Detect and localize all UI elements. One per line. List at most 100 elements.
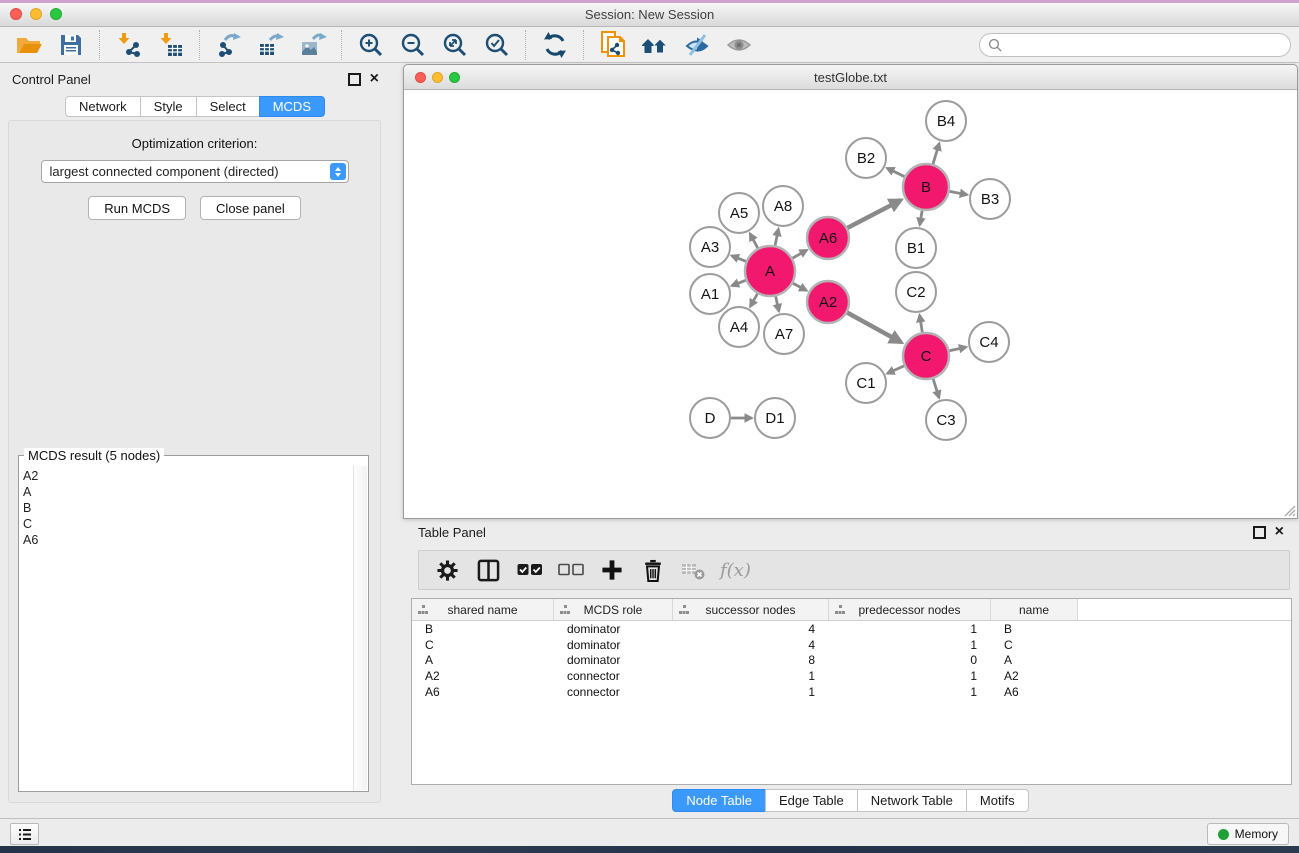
- graph-edge-A6-B[interactable]: [848, 200, 901, 228]
- table-row[interactable]: A6connector11A6: [412, 684, 1291, 700]
- table-cell: A2: [412, 669, 554, 683]
- graph-node-label: D: [705, 410, 716, 427]
- delete-column-icon[interactable]: [634, 553, 671, 587]
- tab-motifs[interactable]: Motifs: [966, 789, 1029, 812]
- graph-edge-A-A2[interactable]: [793, 283, 807, 290]
- mcds-result-item[interactable]: A6: [23, 532, 352, 548]
- graph-edge-A-A8[interactable]: [775, 229, 778, 246]
- column-header-shared-name[interactable]: shared name: [412, 599, 554, 620]
- memory-button[interactable]: Memory: [1207, 823, 1289, 845]
- float-panel-icon[interactable]: [348, 73, 361, 86]
- run-mcds-button[interactable]: Run MCDS: [88, 196, 186, 220]
- show-panels-icon[interactable]: [718, 28, 760, 61]
- zoom-out-icon[interactable]: [392, 28, 434, 61]
- column-header-label: successor nodes: [705, 603, 795, 617]
- float-table-panel-icon[interactable]: [1253, 526, 1266, 539]
- graph-edge-C-C2[interactable]: [920, 315, 923, 332]
- tab-node-table[interactable]: Node Table: [672, 789, 766, 812]
- column-header-label: name: [1019, 603, 1049, 617]
- network-window-titlebar[interactable]: testGlobe.txt: [404, 65, 1297, 90]
- new-network-from-selection-icon[interactable]: [592, 28, 634, 61]
- graph-edge-C-C3[interactable]: [933, 379, 939, 398]
- graph-edge-A-A7[interactable]: [776, 296, 779, 311]
- zoom-fit-icon[interactable]: [434, 28, 476, 61]
- mcds-result-list[interactable]: A2ABCA6: [23, 468, 352, 789]
- graph-edge-B-B2[interactable]: [887, 168, 904, 176]
- select-all-columns-icon[interactable]: [511, 553, 548, 587]
- search-input[interactable]: [1007, 37, 1282, 53]
- table-row[interactable]: Cdominator41C: [412, 637, 1291, 653]
- refresh-icon[interactable]: [534, 28, 576, 61]
- table-settings-gear-icon[interactable]: [429, 553, 466, 587]
- tab-mcds[interactable]: MCDS: [259, 96, 325, 117]
- graph-edge-B-B3[interactable]: [950, 191, 967, 194]
- export-table-icon[interactable]: [250, 28, 292, 61]
- tree-hierarchy-icon: [679, 605, 689, 614]
- tab-network[interactable]: Network: [65, 96, 141, 117]
- tab-select[interactable]: Select: [196, 96, 260, 117]
- table-row[interactable]: Bdominator41B: [412, 621, 1291, 637]
- graph-node-label: B: [921, 179, 931, 196]
- dropdown-stepper-icon: [330, 163, 346, 180]
- toolbar-separator: [99, 30, 101, 60]
- graph-node-label: C: [921, 348, 932, 365]
- optimization-criterion-label: Optimization criterion:: [9, 136, 380, 151]
- mcds-result-item[interactable]: A2: [23, 468, 352, 484]
- mcds-result-item[interactable]: A: [23, 484, 352, 500]
- column-header-label: predecessor nodes: [858, 603, 960, 617]
- tab-edge-table[interactable]: Edge Table: [765, 789, 858, 812]
- export-network-icon[interactable]: [208, 28, 250, 61]
- tab-style[interactable]: Style: [140, 96, 197, 117]
- task-history-button[interactable]: [10, 823, 39, 845]
- graph-edge-A-A3[interactable]: [732, 256, 746, 262]
- toolbar-separator: [583, 30, 585, 60]
- graph-edge-A-A6[interactable]: [793, 250, 807, 258]
- hide-panels-icon[interactable]: [676, 28, 718, 61]
- graph-edge-B-B4[interactable]: [933, 143, 939, 164]
- graph-edge-A-A1[interactable]: [732, 280, 746, 285]
- network-graph-canvas[interactable]: B4B2BB3A8A5A6A3B1AC2A1A2A4A7C4CC1DD1C3: [404, 89, 1297, 518]
- graph-edge-C-C4[interactable]: [949, 347, 966, 351]
- import-table-icon[interactable]: [150, 28, 192, 61]
- application-window: Session: New Session: [0, 0, 1299, 853]
- table-cell: C: [991, 638, 1078, 652]
- column-header-mcds-role[interactable]: MCDS role: [554, 599, 673, 620]
- column-header-successor-nodes[interactable]: successor nodes: [673, 599, 829, 620]
- graph-edge-A2-C[interactable]: [847, 313, 901, 343]
- memory-status-icon: [1218, 829, 1229, 840]
- mcds-list-scrollbar[interactable]: [353, 466, 367, 790]
- criterion-dropdown[interactable]: largest connected component (directed): [41, 160, 349, 183]
- open-session-icon[interactable]: [8, 28, 50, 61]
- mcds-result-item[interactable]: C: [23, 516, 352, 532]
- table-row[interactable]: A2connector11A2: [412, 668, 1291, 684]
- graph-edge-A-A4[interactable]: [750, 294, 757, 307]
- close-table-panel-icon[interactable]: ×: [1275, 526, 1284, 538]
- save-session-icon[interactable]: [50, 28, 92, 61]
- mcds-result-item[interactable]: B: [23, 500, 352, 516]
- zoom-in-icon[interactable]: [350, 28, 392, 61]
- search-field[interactable]: [979, 33, 1291, 57]
- close-panel-button[interactable]: Close panel: [200, 196, 301, 220]
- show-columns-icon[interactable]: [470, 553, 507, 587]
- table-body: Bdominator41BCdominator41CAdominator80AA…: [412, 621, 1291, 699]
- graph-edge-C-C1[interactable]: [887, 366, 904, 374]
- table-cell: dominator: [554, 622, 673, 636]
- create-column-icon[interactable]: [593, 553, 630, 587]
- tab-network-table[interactable]: Network Table: [857, 789, 967, 812]
- graph-edge-A-A5[interactable]: [750, 234, 758, 248]
- control-panel-tabs: NetworkStyleSelectMCDS: [0, 96, 391, 117]
- export-image-icon[interactable]: [292, 28, 334, 61]
- import-network-icon[interactable]: [108, 28, 150, 61]
- unselect-all-columns-icon[interactable]: [552, 553, 589, 587]
- close-panel-icon[interactable]: ×: [370, 73, 379, 85]
- table-row[interactable]: Adominator80A: [412, 652, 1291, 668]
- first-neighbors-icon[interactable]: [634, 28, 676, 61]
- delete-table-icon[interactable]: [675, 553, 712, 587]
- zoom-selected-icon[interactable]: [476, 28, 518, 61]
- resize-grip[interactable]: [1282, 503, 1296, 517]
- column-header-name[interactable]: name: [991, 599, 1078, 620]
- table-panel-header: Table Panel ×: [403, 522, 1299, 542]
- column-header-predecessor-nodes[interactable]: predecessor nodes: [829, 599, 991, 620]
- function-builder-icon[interactable]: f(x): [720, 560, 751, 581]
- graph-edge-B-B1[interactable]: [920, 211, 922, 225]
